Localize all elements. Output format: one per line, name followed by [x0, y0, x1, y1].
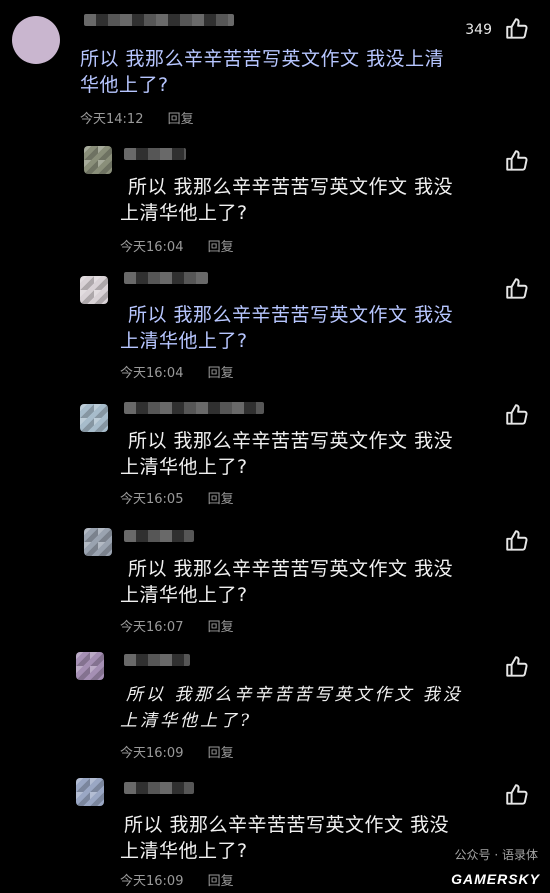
like-count: 349	[465, 22, 492, 38]
like-button[interactable]	[504, 528, 530, 554]
comment-time: 今天16:05	[120, 492, 184, 507]
thumbs-up-icon	[506, 404, 528, 425]
thumbs-up-icon	[506, 18, 528, 39]
avatar[interactable]	[84, 528, 112, 556]
thumbs-up-icon	[506, 150, 528, 171]
comment-text: 所以 我那么辛辛苦苦写英文作文 我没 上清华他上了?	[120, 304, 454, 352]
like-button[interactable]	[504, 402, 530, 428]
like-button[interactable]	[504, 782, 530, 808]
thumbs-up-icon	[506, 784, 528, 805]
comment-meta: 今天16:05 回复	[120, 488, 254, 507]
username-blurred[interactable]	[84, 14, 234, 26]
brand-logo: GAMERSKY	[451, 871, 540, 887]
comment-item: 所以 我那么辛辛苦苦写英文作文 我没 上清华他上了? 今天16:07 回复	[0, 522, 550, 647]
comment-text: 所以 我那么辛辛苦苦写英文作文 我没 上清华他上了?	[120, 685, 463, 731]
username-blurred[interactable]	[124, 782, 194, 794]
reply-button[interactable]: 回复	[208, 362, 234, 381]
comment-meta: 今天16:04 回复	[120, 362, 254, 381]
avatar[interactable]	[80, 404, 108, 432]
reply-button[interactable]: 回复	[208, 236, 234, 255]
comment-time: 今天16:09	[120, 874, 184, 889]
like-button[interactable]	[504, 654, 530, 680]
username-blurred[interactable]	[124, 148, 186, 160]
comment-time: 今天16:09	[120, 746, 184, 761]
comment-time: 今天16:04	[120, 366, 184, 381]
comment-meta: 今天16:04 回复	[120, 236, 254, 255]
reply-button[interactable]: 回复	[208, 488, 234, 507]
reply-button[interactable]: 回复	[208, 870, 234, 889]
username-blurred[interactable]	[124, 272, 208, 284]
comment-time: 今天16:04	[120, 240, 184, 255]
username-blurred[interactable]	[124, 654, 190, 666]
username-blurred[interactable]	[124, 530, 194, 542]
comment-text: 所以 我那么辛辛苦苦写英文作文 我没 上清华他上了?	[120, 430, 454, 478]
avatar[interactable]	[12, 16, 60, 64]
comment-text: 所以 我那么辛辛苦苦写英文作文 我没 上清华他上了?	[120, 814, 450, 862]
avatar[interactable]	[76, 652, 104, 680]
reply-button[interactable]: 回复	[208, 616, 234, 635]
wechat-watermark: 公众号 · 语录体	[454, 848, 538, 862]
thumbs-up-icon	[506, 656, 528, 677]
avatar[interactable]	[84, 146, 112, 174]
comment-meta: 今天14:12 回复	[80, 108, 214, 127]
comment-text: 所以 我那么辛辛苦苦写英文作文 我没上清 华他上了?	[80, 48, 445, 96]
avatar[interactable]	[76, 778, 104, 806]
comment-text: 所以 我那么辛辛苦苦写英文作文 我没 上清华他上了?	[120, 176, 454, 224]
like-button[interactable]	[504, 276, 530, 302]
comment-text: 所以 我那么辛辛苦苦写英文作文 我没 上清华他上了?	[120, 558, 454, 606]
thumbs-up-icon	[506, 530, 528, 551]
comment-time: 今天16:07	[120, 620, 184, 635]
like-button[interactable]	[504, 148, 530, 174]
thumbs-up-icon	[506, 278, 528, 299]
avatar[interactable]	[80, 276, 108, 304]
reply-button[interactable]: 回复	[208, 742, 234, 761]
comment-meta: 今天16:09 回复	[120, 870, 254, 889]
comment-item: 349 所以 我那么辛辛苦苦写英文作文 我没上清 华他上了? 今天14:12 回…	[0, 0, 550, 135]
like-button[interactable]	[504, 16, 530, 42]
comment-meta: 今天16:09 回复	[120, 742, 254, 761]
comment-item: 所以 我那么辛辛苦苦写英文作文 我没 上清华他上了? 今天16:04 回复	[0, 268, 550, 393]
reply-button[interactable]: 回复	[168, 108, 194, 127]
username-blurred[interactable]	[124, 402, 264, 414]
comment-time: 今天14:12	[80, 112, 144, 127]
comment-item: 所以 我那么辛辛苦苦写英文作文 我没 上清华他上了? 今天16:05 回复	[0, 396, 550, 521]
comment-item: 所以 我那么辛辛苦苦写英文作文 我没 上清华他上了? 今天16:04 回复	[0, 140, 550, 265]
comment-item: 所以 我那么辛辛苦苦写英文作文 我没 上清华他上了? 今天16:09 回复	[0, 648, 550, 773]
comment-meta: 今天16:07 回复	[120, 616, 254, 635]
